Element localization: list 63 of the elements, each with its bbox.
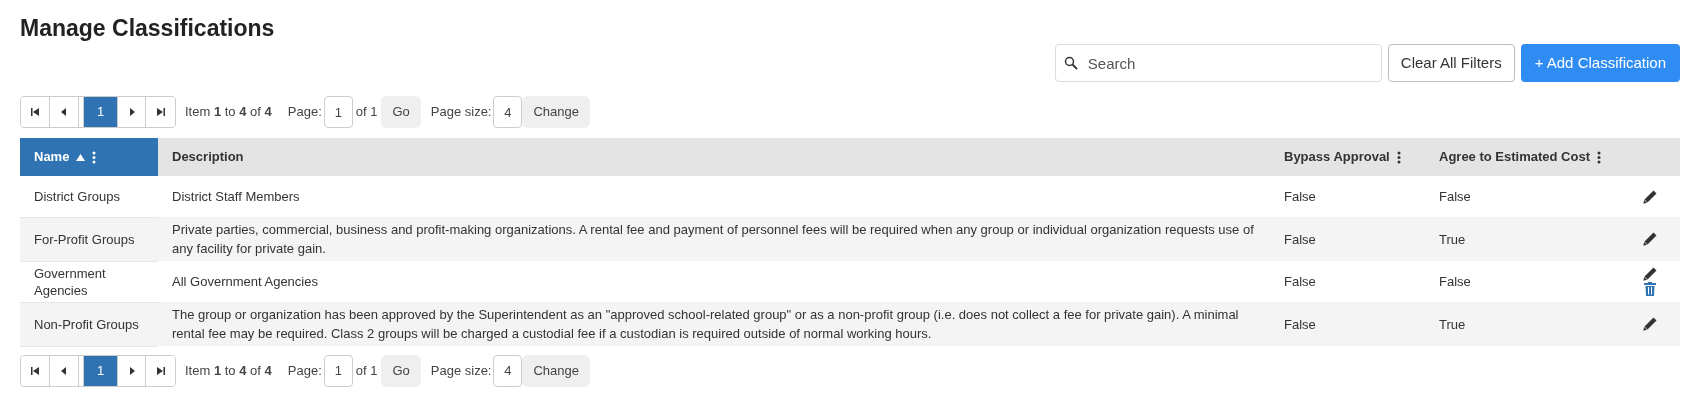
table-cell: True [1439,231,1466,247]
page-size-field[interactable]: 4 [493,96,523,128]
right-triangle-icon [127,366,136,375]
skip-to-start-icon [31,108,39,116]
left-triangle-icon [60,108,68,116]
go-button[interactable]: Go [381,354,421,387]
page-label: Page: [287,361,322,380]
page-count-text: of 1 [355,361,378,380]
table-cell: The group or organization has been approved by the Superintendent as an "approved school-related group" or as a non-profit group (i.e. does not collect a fee for private gain). A minimal rental fee may be required. Class 2 groups will be charged a custodial fee if a custodian is required outside of normal working hours. [172,307,1239,341]
table-cell: Private parties, commercial, business and profit-making organizations. A rental fee and payment of personnel fees will be required when any group or individual organization requests use of any facility for private gain. [172,222,1254,256]
skip-to-end-icon [156,108,165,116]
page-number-button[interactable]: 1 [84,355,117,386]
search-field[interactable]: Search [1054,44,1382,82]
trash-icon[interactable] [1644,282,1656,296]
right-triangle-icon [127,108,136,116]
column-header[interactable]: Description [172,147,244,167]
table-cell: False [1439,274,1471,289]
edit-pencil-icon[interactable] [1643,267,1657,281]
page-size-label: Page size: [430,103,492,122]
edit-pencil-icon[interactable] [1643,189,1657,204]
page-size-label: Page size: [430,361,492,380]
table-cell: False [1284,316,1316,332]
table-cell: False [1284,274,1316,289]
page-number-field[interactable]: 1 [323,96,353,128]
skip-to-end-icon [156,366,165,375]
column-menu-icon[interactable] [92,150,97,164]
next-page-button[interactable] [117,97,146,127]
table-cell: Government Agencies [34,265,106,298]
table-cell: District Staff Members [172,189,300,204]
page-number-button[interactable]: 1 [84,97,117,127]
page-label: Page: [287,103,322,122]
column-menu-icon[interactable] [1597,150,1601,164]
table-cell: For-Profit Groups [34,231,135,247]
change-button[interactable]: Change [522,96,591,128]
table-cell: True [1439,316,1466,332]
go-button[interactable]: Go [381,96,421,128]
table-cell: False [1284,231,1316,247]
page-number-field[interactable]: 1 [323,354,353,387]
sort-up-icon[interactable] [76,153,86,161]
left-triangle-icon [60,366,68,375]
page-count-text: of 1 [355,103,378,122]
table-cell: False [1284,189,1316,204]
table-cell: District Groups [34,188,120,204]
first-page-button[interactable] [21,355,50,386]
next-page-button[interactable] [117,355,146,386]
item-range-text: Item 1 to 4 of 4 [185,103,272,122]
table-cell: Non-Profit Groups [34,316,139,332]
column-header[interactable]: Agree to Estimated Cost [1439,147,1590,167]
table-cell: All Government Agencies [172,274,318,289]
column-menu-icon[interactable] [1396,150,1401,164]
search-icon [1063,56,1078,70]
page-title: Manage Classifications [20,14,276,43]
change-button[interactable]: Change [522,354,591,387]
column-header[interactable]: Name [34,147,70,167]
table-cell: False [1439,189,1471,204]
clear-filters-button[interactable]: Clear All Filters [1387,44,1515,82]
column-header[interactable]: Bypass Approval [1284,147,1390,167]
edit-pencil-icon[interactable] [1643,317,1657,331]
first-page-button[interactable] [21,97,50,127]
page-size-field[interactable]: 4 [493,354,523,387]
item-range-text: Item 1 to 4 of 4 [185,361,272,380]
skip-to-start-icon [31,366,39,375]
edit-pencil-icon[interactable] [1643,232,1657,246]
